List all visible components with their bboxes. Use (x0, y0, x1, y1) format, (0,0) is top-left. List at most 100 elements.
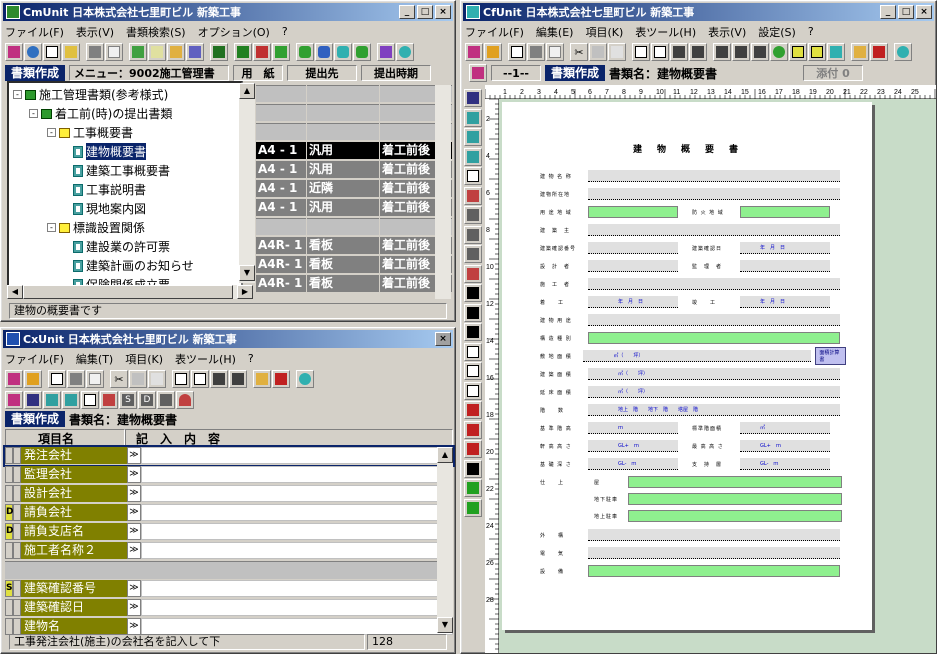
menu-settings[interactable]: 設定(S) (758, 24, 796, 40)
cxgrid-vscroll[interactable]: ▲ ▼ (437, 447, 453, 633)
close-icon[interactable]: × (435, 332, 451, 346)
copy-icon[interactable] (589, 43, 607, 61)
insert-row-icon[interactable] (172, 370, 190, 388)
menu-item[interactable]: 項目(K) (125, 351, 163, 367)
form-field[interactable] (588, 260, 678, 272)
form-field[interactable] (588, 332, 840, 344)
form-field[interactable]: 年 月 日 (588, 296, 678, 308)
scroll-right-icon[interactable]: ▶ (237, 285, 253, 299)
grid-row[interactable]: A4R- 1 看板 着工前後 (256, 256, 452, 274)
scroll-up-icon[interactable]: ▲ (239, 83, 255, 99)
form-field[interactable] (588, 314, 840, 326)
refresh-icon[interactable] (770, 43, 788, 61)
submit-to-cell[interactable]: 近隣 (307, 180, 379, 197)
row-check[interactable] (13, 485, 21, 502)
submit-to-cell[interactable] (307, 218, 379, 235)
cm-icon[interactable] (296, 43, 314, 61)
form-field[interactable] (588, 188, 840, 200)
seal-icon[interactable] (464, 401, 482, 419)
row-check[interactable] (13, 523, 21, 540)
exit-icon[interactable] (5, 43, 23, 61)
content-input[interactable] (141, 618, 453, 635)
insert-col-icon[interactable] (191, 370, 209, 388)
row-check[interactable] (13, 447, 21, 464)
fill-icon[interactable] (464, 440, 482, 458)
form-field[interactable]: ㎡（ 坪） (588, 368, 840, 380)
collapse-icon[interactable]: - (47, 223, 56, 232)
cfunit-titlebar[interactable]: CfUnit 日本株式会社七里町ビル 新築工事 _ □ × (463, 3, 934, 21)
scroll-up-icon[interactable]: ▲ (437, 447, 453, 463)
collapse-icon[interactable]: - (13, 90, 22, 99)
hand-icon[interactable] (851, 43, 869, 61)
network-icon[interactable] (62, 391, 80, 409)
tree-vscroll[interactable]: ▲ ▼ (239, 83, 255, 283)
area-calc-button[interactable]: 面積計算書 (815, 347, 846, 365)
menu-option[interactable]: オプション(O) (198, 24, 270, 40)
menu-file[interactable]: ファイル(F) (5, 351, 64, 367)
expand-arrow-icon[interactable]: ≫ (127, 466, 141, 483)
exit-icon[interactable] (469, 64, 487, 82)
form-field[interactable]: ㎡（ 坪） (588, 386, 840, 398)
mail-icon[interactable] (546, 43, 564, 61)
hand-icon[interactable] (167, 43, 185, 61)
document-canvas[interactable]: 建 物 概 要 書 建 物 名 称建物所在地用 途 地 域 防 火 地 域建 築 … (499, 99, 936, 653)
s-icon[interactable] (464, 206, 482, 224)
form-field[interactable]: GL- ｍ (588, 458, 678, 470)
stamp-icon[interactable] (234, 43, 252, 61)
tree-item[interactable]: - 工事概要書 (47, 123, 133, 142)
clipboard-icon[interactable] (148, 370, 166, 388)
menu-search[interactable]: 書類検索(S) (126, 24, 186, 40)
submit-to-cell[interactable] (307, 85, 379, 102)
menu-table-tool[interactable]: 表ツール(H) (175, 351, 236, 367)
help-icon[interactable] (296, 370, 314, 388)
align-center-icon[interactable] (732, 43, 750, 61)
frame-icon[interactable] (789, 43, 807, 61)
rect-icon[interactable] (464, 342, 482, 361)
link-icon[interactable] (43, 391, 61, 409)
cut-icon[interactable]: ✂ (110, 370, 128, 388)
form-field[interactable] (588, 547, 840, 559)
tree-item[interactable]: 建築工事概要書 (73, 161, 170, 180)
menu-help[interactable]: ? (808, 25, 814, 38)
tree-item[interactable]: 建物概要書 (73, 142, 147, 161)
copy-icon[interactable] (48, 370, 66, 388)
list-icon[interactable] (186, 43, 204, 61)
document-icon[interactable] (43, 43, 61, 61)
content-input[interactable] (141, 466, 453, 483)
grid-vscroll[interactable] (435, 85, 451, 299)
form-field[interactable] (588, 224, 840, 236)
col-submit-to[interactable]: 提出先 (287, 65, 358, 81)
menu-file[interactable]: ファイル(F) (5, 24, 64, 40)
form-field[interactable]: ㎡ (740, 422, 830, 434)
pencil-icon[interactable] (272, 370, 290, 388)
attach-count[interactable]: 添付 0 (803, 65, 864, 81)
delete-col-icon[interactable] (229, 370, 247, 388)
menu-view[interactable]: 表示(V) (76, 24, 114, 40)
form-field[interactable] (588, 242, 678, 254)
content-input[interactable] (141, 504, 453, 521)
form-field[interactable]: ㎡（ 坪） (583, 350, 812, 362)
table-row[interactable]: D 請負会社 ≫ (5, 504, 453, 522)
paper-cell[interactable] (256, 123, 306, 140)
minimize-icon[interactable]: _ (399, 5, 415, 19)
door-icon[interactable] (24, 370, 42, 388)
cmunit-titlebar[interactable]: CmUnit 日本株式会社七里町ビル 新築工事 _ □ × (3, 3, 453, 21)
link-icon[interactable] (464, 108, 482, 127)
table-row[interactable]: 施工者名称２ ≫ (5, 542, 453, 560)
form-field[interactable] (588, 565, 840, 577)
scroll-left-icon[interactable]: ◀ (7, 285, 23, 299)
up-icon[interactable] (377, 43, 395, 61)
bell-icon[interactable] (176, 391, 194, 409)
submit-to-cell[interactable]: 看板 (307, 275, 379, 292)
delete-col-icon[interactable] (689, 43, 707, 61)
form-field[interactable] (628, 493, 842, 505)
table-row[interactable]: 建築確認日 ≫ (5, 599, 453, 617)
fax-icon[interactable] (464, 186, 482, 205)
tree-item[interactable]: - 標識設置関係 (47, 218, 145, 237)
menu-help[interactable]: ? (282, 25, 288, 38)
maximize-icon[interactable]: □ (417, 5, 433, 19)
collapse-icon[interactable]: - (29, 109, 38, 118)
maximize-icon[interactable]: □ (898, 5, 914, 19)
select-arrow-icon[interactable] (464, 284, 482, 302)
save-icon[interactable] (24, 391, 42, 409)
